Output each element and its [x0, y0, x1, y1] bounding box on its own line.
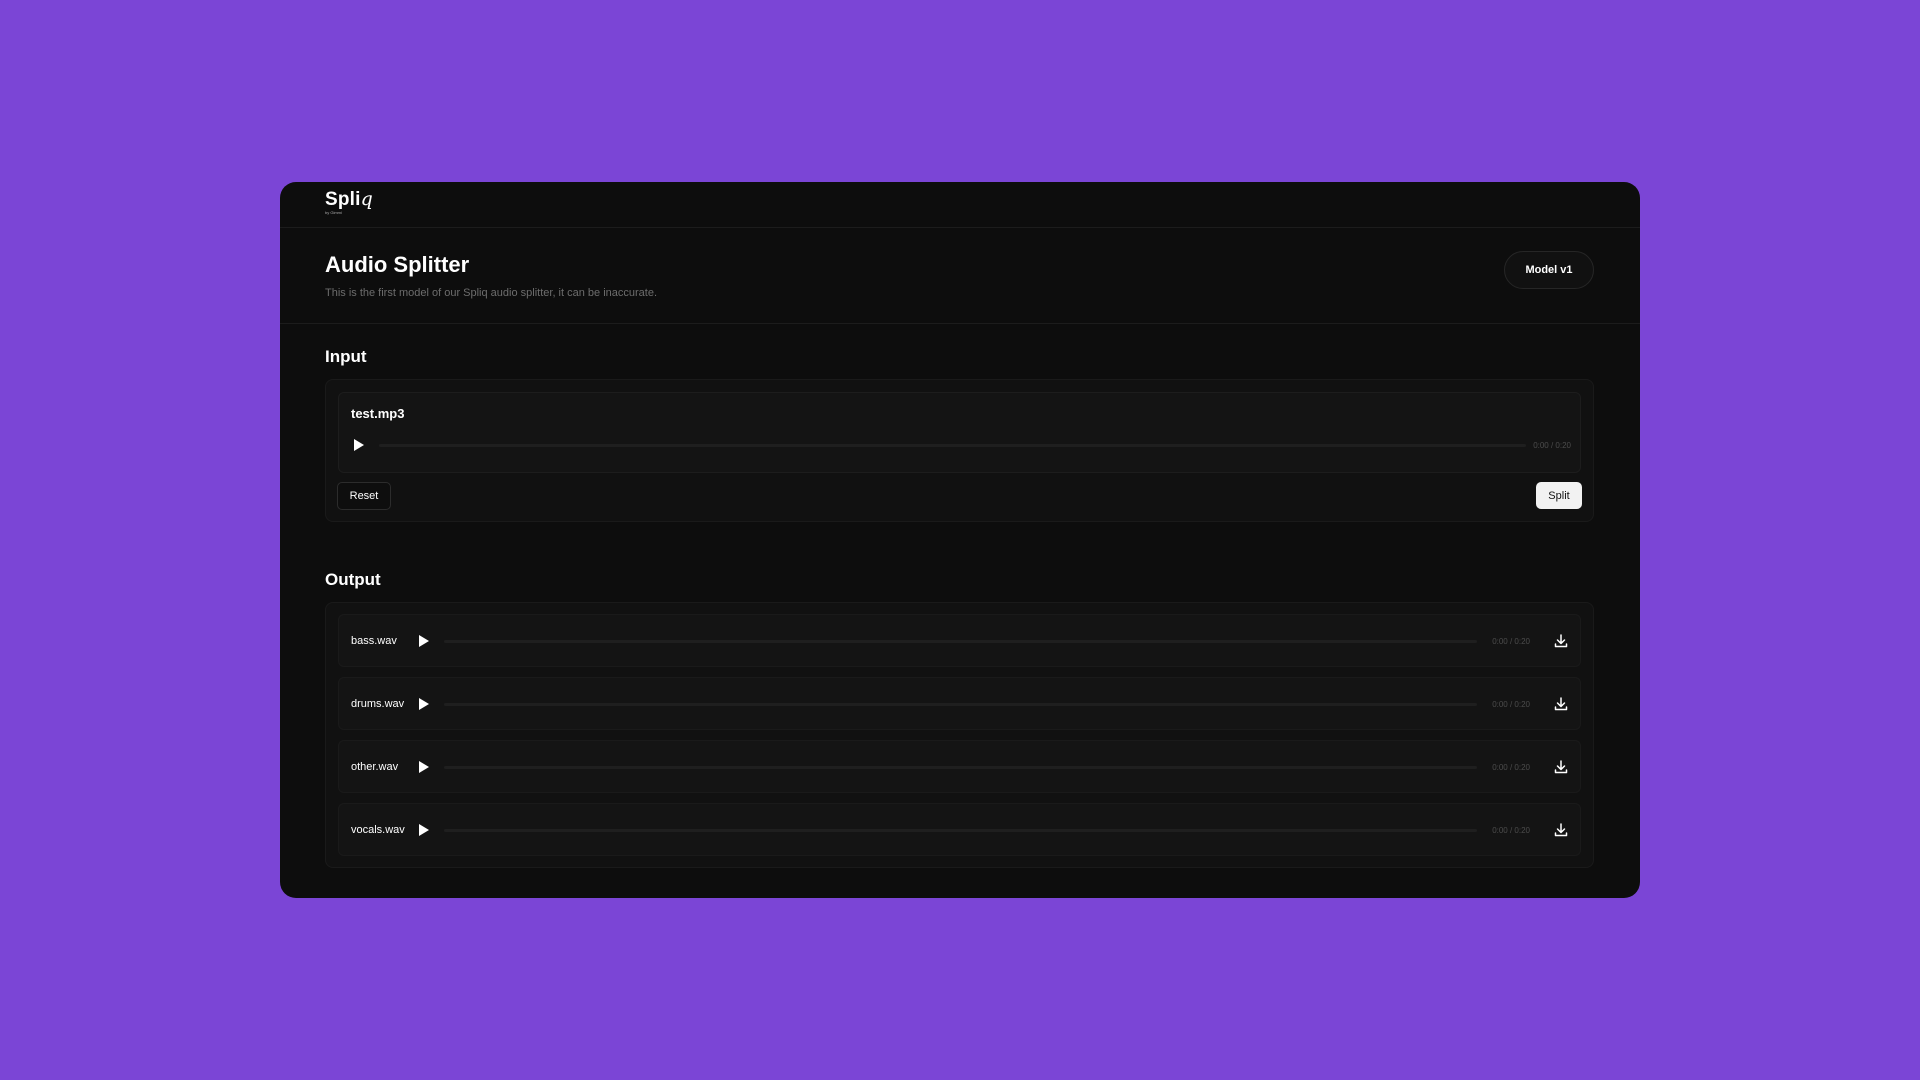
output-time: 0:00 / 0:20: [1492, 763, 1530, 772]
split-button[interactable]: Split: [1536, 482, 1582, 509]
download-icon[interactable]: [1553, 822, 1569, 838]
play-icon[interactable]: [354, 439, 364, 451]
page-title: Audio Splitter: [325, 252, 470, 277]
output-file-row: vocals.wav 0:00 / 0:20: [338, 803, 1581, 856]
output-time: 0:00 / 0:20: [1492, 700, 1530, 709]
output-progress-track[interactable]: [444, 766, 1477, 769]
output-file-row: other.wav 0:00 / 0:20: [338, 740, 1581, 793]
output-file-name: other.wav: [351, 761, 399, 773]
app-window: Spliq by Gimmi Audio Splitter This is th…: [280, 182, 1640, 898]
output-file-name: drums.wav: [351, 698, 405, 710]
download-icon[interactable]: [1553, 696, 1569, 712]
top-bar: Spliq by Gimmi: [280, 182, 1640, 228]
output-file-name: bass.wav: [351, 635, 397, 647]
play-icon[interactable]: [419, 824, 429, 836]
output-time: 0:00 / 0:20: [1492, 826, 1530, 835]
play-icon[interactable]: [419, 761, 429, 773]
output-file-row: drums.wav 0:00 / 0:20: [338, 677, 1581, 730]
output-file-name: vocals.wav: [351, 824, 405, 836]
output-progress-track[interactable]: [444, 703, 1477, 706]
output-section-title: Output: [325, 570, 381, 589]
download-icon[interactable]: [1553, 633, 1569, 649]
input-player: test.mp3 0:00 / 0:20: [338, 392, 1581, 473]
logo[interactable]: Spliq by Gimmi: [325, 190, 373, 215]
page-description: This is the first model of our Spliq aud…: [325, 287, 657, 299]
logo-wordmark: Spliq: [325, 188, 374, 210]
input-section-title: Input: [325, 347, 367, 366]
output-file-row: bass.wav 0:00 / 0:20: [338, 614, 1581, 667]
reset-button[interactable]: Reset: [337, 482, 391, 510]
logo-subtitle: by Gimmi: [325, 210, 342, 215]
page-header: Audio Splitter This is the first model o…: [280, 228, 1640, 324]
input-card: test.mp3 0:00 / 0:20 Reset Split: [325, 379, 1594, 522]
download-icon[interactable]: [1553, 759, 1569, 775]
input-time: 0:00 / 0:20: [1533, 441, 1571, 450]
play-icon[interactable]: [419, 635, 429, 647]
output-progress-track[interactable]: [444, 829, 1477, 832]
model-version-button[interactable]: Model v1: [1504, 251, 1594, 289]
output-progress-track[interactable]: [444, 640, 1477, 643]
input-progress-track[interactable]: [379, 444, 1526, 447]
play-icon[interactable]: [419, 698, 429, 710]
output-card: bass.wav 0:00 / 0:20 drums.wav 0:00 / 0:…: [325, 602, 1594, 868]
output-time: 0:00 / 0:20: [1492, 637, 1530, 646]
input-file-name: test.mp3: [351, 406, 405, 421]
